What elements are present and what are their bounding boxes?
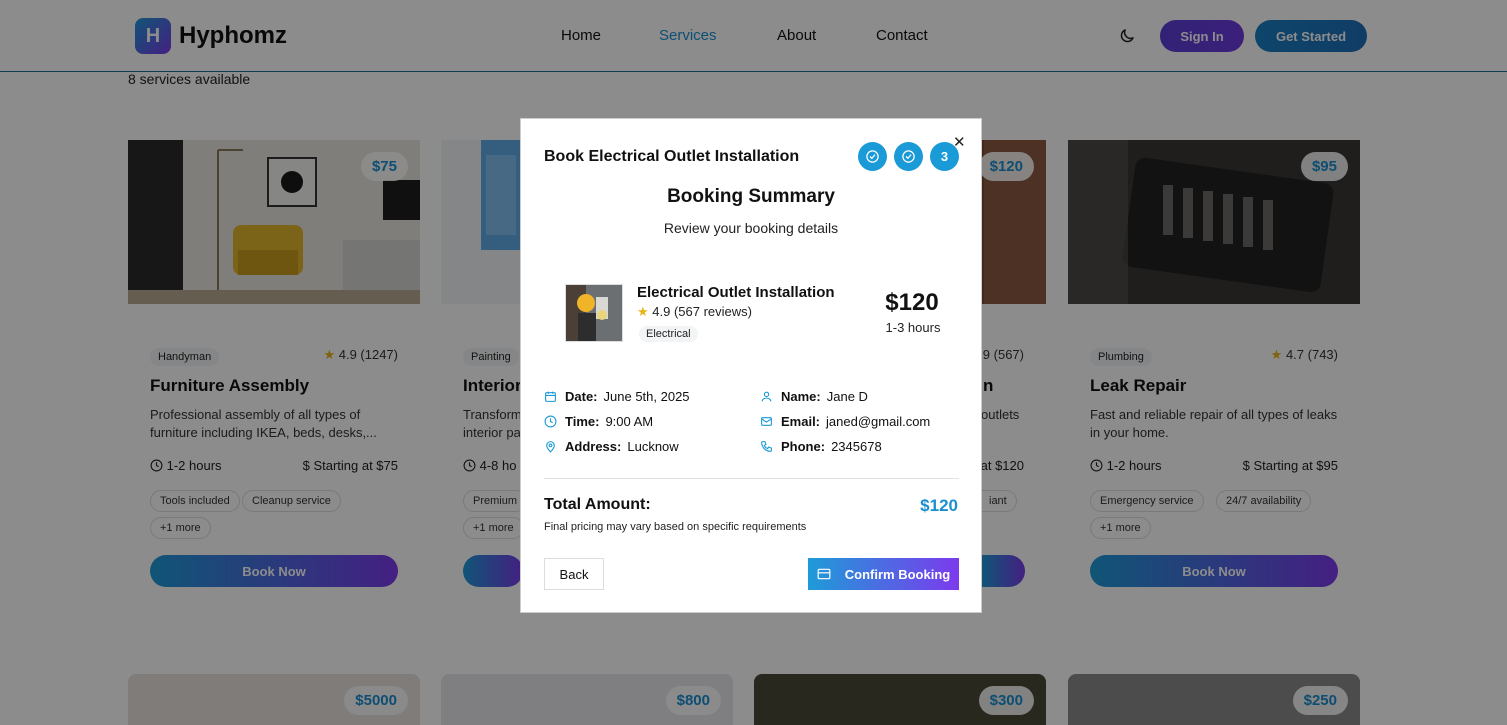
booking-modal: Book Electrical Outlet Installation 3 ✕ … <box>520 118 982 613</box>
mail-icon <box>761 417 772 426</box>
step-1-complete-icon <box>858 142 887 171</box>
service-category-badge: Electrical <box>639 326 698 342</box>
detail-address: Address: Lucknow <box>544 439 679 454</box>
credit-card-icon <box>817 568 831 580</box>
detail-time: Time: 9:00 AM <box>544 414 653 429</box>
confirm-booking-button[interactable]: Confirm Booking <box>808 558 959 590</box>
detail-phone: Phone: 2345678 <box>760 439 882 454</box>
detail-date: Date: June 5th, 2025 <box>544 389 690 404</box>
clock-icon <box>544 415 557 428</box>
pricing-note: Final pricing may vary based on specific… <box>544 521 807 533</box>
back-button[interactable]: Back <box>544 558 604 590</box>
star-icon: ★ <box>637 304 649 319</box>
modal-title: Book Electrical Outlet Installation <box>544 148 800 165</box>
phone-icon <box>761 441 772 452</box>
detail-name: Name: Jane D <box>760 389 868 404</box>
total-amount: $120 <box>920 496 958 515</box>
service-duration: 1-3 hours <box>885 320 941 335</box>
divider <box>544 478 959 479</box>
step-2-complete-icon <box>894 142 923 171</box>
close-icon[interactable]: ✕ <box>953 133 966 151</box>
service-name: Electrical Outlet Installation <box>637 284 835 301</box>
user-icon <box>761 391 772 402</box>
total-label: Total Amount: <box>544 496 651 513</box>
service-thumbnail <box>565 284 623 342</box>
summary-subheading: Review your booking details <box>663 220 839 236</box>
summary-heading: Booking Summary <box>667 186 835 207</box>
map-pin-icon <box>546 441 555 453</box>
service-price: $120 <box>885 289 939 316</box>
service-rating: ★ 4.9 (567 reviews) <box>637 304 752 319</box>
calendar-icon <box>545 391 556 402</box>
detail-email: Email: janed@gmail.com <box>760 414 930 429</box>
